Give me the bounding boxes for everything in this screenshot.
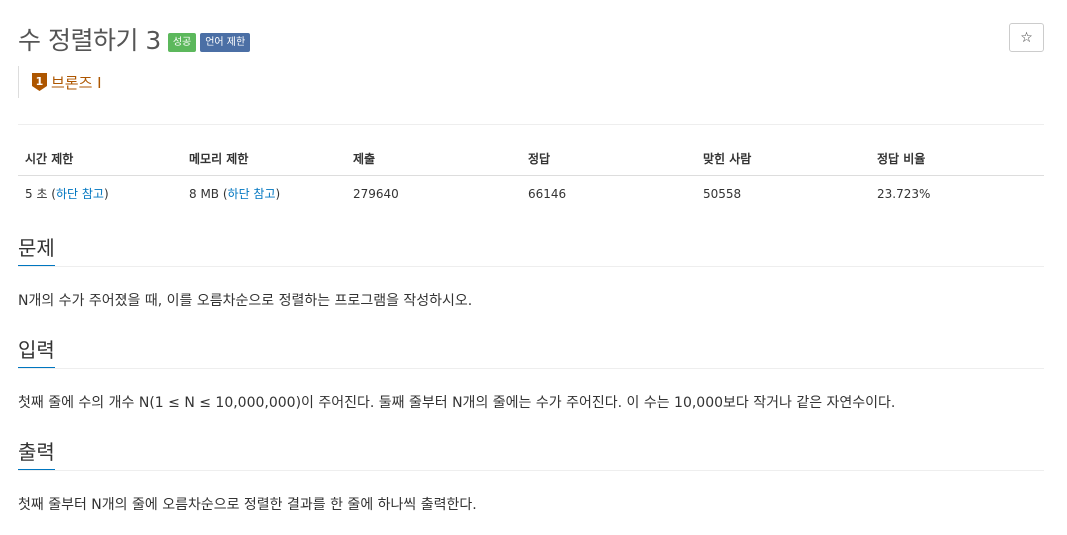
problem-section-title: 문제: [18, 234, 55, 266]
output-section-title: 출력: [18, 438, 55, 470]
problem-info-table: 시간 제한 메모리 제한 제출 정답 맞힌 사람 정답 비율 5 초 (하단 참…: [18, 142, 1044, 210]
star-icon: ☆: [1020, 29, 1033, 46]
language-limit-badge: 언어 제한: [200, 32, 251, 52]
info-value-row: 5 초 (하단 참고) 8 MB (하단 참고) 279640 66146 50…: [18, 176, 1044, 211]
problem-description: N개의 수가 주어졌을 때, 이를 오름차순으로 정렬하는 프로그램을 작성하시…: [18, 293, 473, 309]
problem-title: 수 정렬하기 3: [18, 26, 161, 55]
problem-section-header: 문제: [18, 234, 1044, 267]
title-row: 수 정렬하기 3 성공 언어 제한: [18, 22, 251, 56]
accepted-value: 66146: [528, 186, 567, 201]
info-header-row: 시간 제한 메모리 제한 제출 정답 맞힌 사람 정답 비율: [18, 142, 1044, 176]
memory-limit-close: ): [275, 187, 281, 201]
tier-label[interactable]: 브론즈 I: [51, 72, 102, 93]
header-solvers: 맞힌 사람: [696, 142, 870, 176]
time-limit-value: 5 초 (: [25, 187, 56, 201]
problem-section: 문제 N개의 수가 주어졌을 때, 이를 오름차순으로 정렬하는 프로그램을 작…: [18, 234, 1044, 311]
input-description: 첫째 줄에 수의 개수 N(1 ≤ N ≤ 10,000,000)이 주어진다.…: [18, 395, 896, 411]
memory-limit-note-link[interactable]: 하단 참고: [228, 187, 276, 201]
header-ratio: 정답 비율: [870, 142, 1044, 176]
success-badge: 성공: [167, 32, 197, 52]
input-section-title: 입력: [18, 336, 55, 368]
header-memory-limit: 메모리 제한: [182, 142, 346, 176]
header-accepted: 정답: [521, 142, 696, 176]
time-limit-cell: 5 초 (하단 참고): [18, 176, 182, 211]
bronze-tier-icon[interactable]: 1: [32, 73, 47, 91]
tier-row: 1 브론즈 I: [18, 66, 102, 98]
input-section-header: 입력: [18, 336, 1044, 369]
time-limit-close: ): [103, 187, 109, 201]
time-limit-note-link[interactable]: 하단 참고: [56, 187, 104, 201]
memory-limit-value: 8 MB (: [189, 187, 228, 201]
solvers-value: 50558: [703, 186, 742, 201]
ratio-value: 23.723%: [877, 186, 931, 201]
header-divider: [18, 124, 1044, 125]
output-section: 출력 첫째 줄부터 N개의 줄에 오름차순으로 정렬한 결과를 한 줄에 하나씩…: [18, 438, 1044, 515]
input-section: 입력 첫째 줄에 수의 개수 N(1 ≤ N ≤ 10,000,000)이 주어…: [18, 336, 1044, 413]
header-time-limit: 시간 제한: [18, 142, 182, 176]
star-button[interactable]: ☆: [1009, 23, 1044, 52]
output-description: 첫째 줄부터 N개의 줄에 오름차순으로 정렬한 결과를 한 줄에 하나씩 출력…: [18, 497, 477, 513]
header-submissions: 제출: [346, 142, 521, 176]
submissions-value: 279640: [353, 186, 399, 201]
memory-limit-cell: 8 MB (하단 참고): [182, 176, 346, 211]
tier-number: 1: [36, 75, 44, 88]
output-section-header: 출력: [18, 438, 1044, 471]
